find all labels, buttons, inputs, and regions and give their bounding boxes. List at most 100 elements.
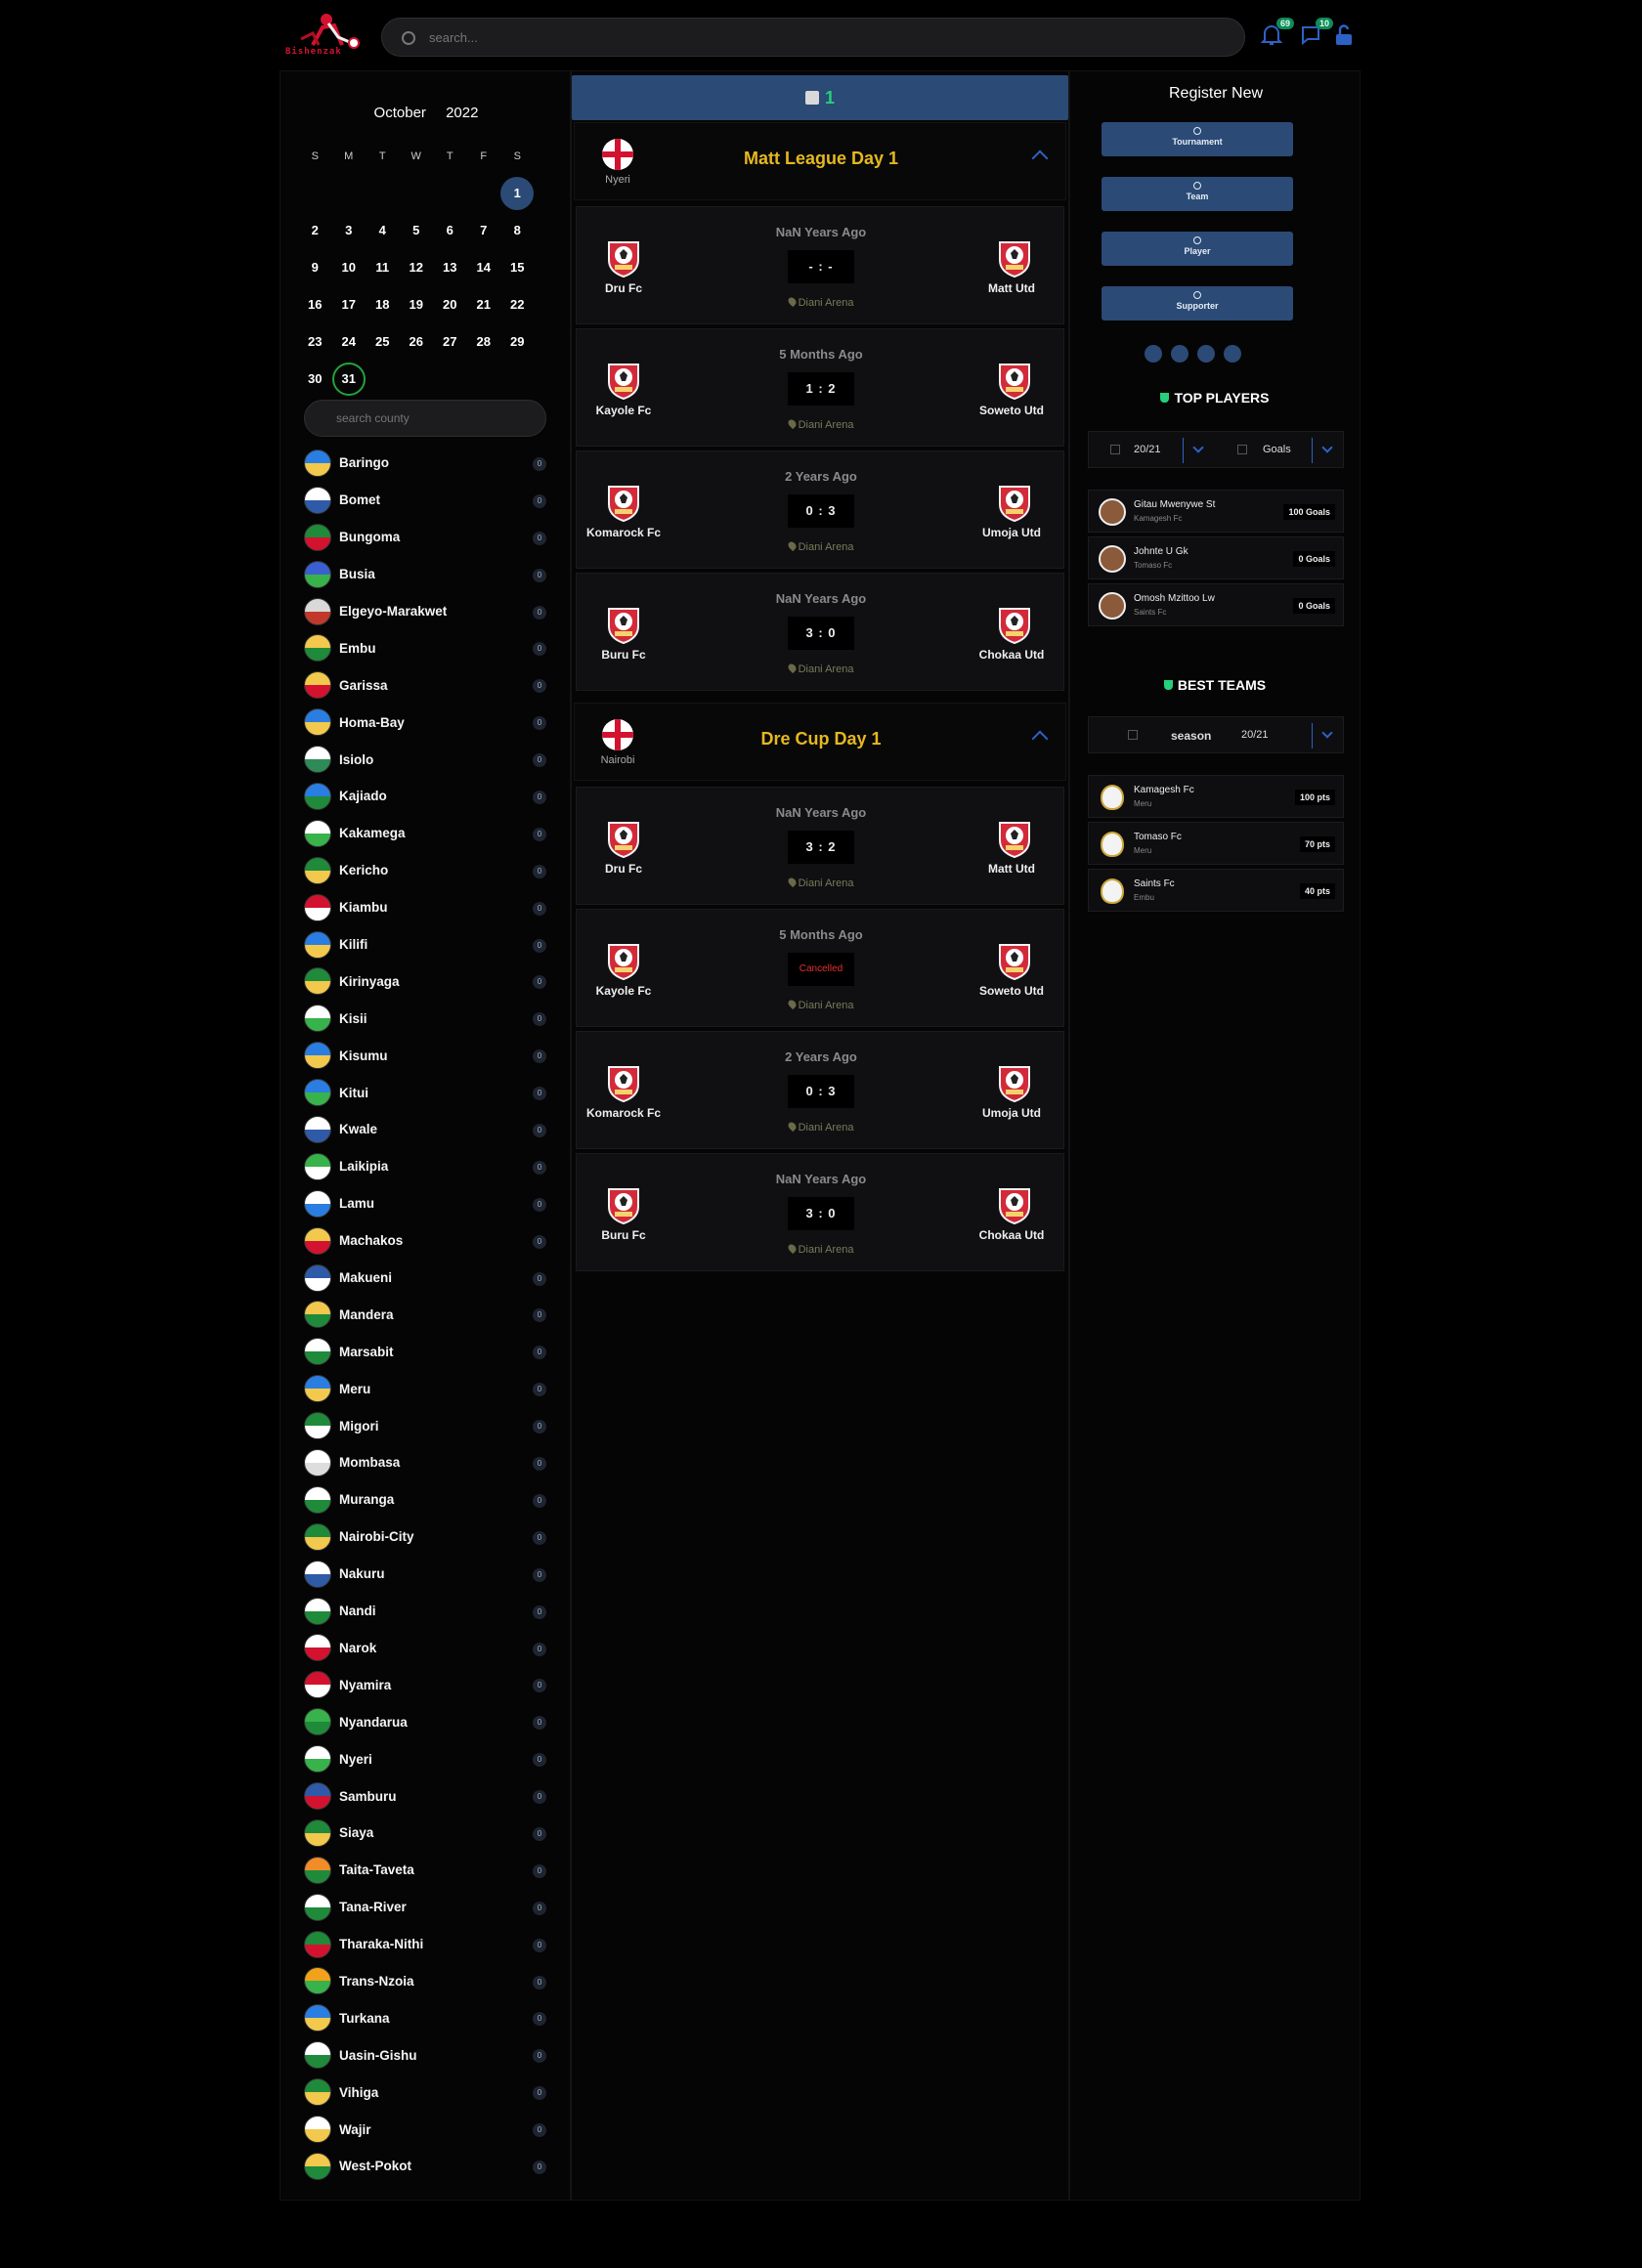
telegram-icon[interactable] — [1145, 345, 1162, 363]
messages-button[interactable]: 10 — [1300, 18, 1333, 49]
county-item[interactable]: Nyeri 0 — [304, 1740, 548, 1777]
county-item[interactable]: Isiolo 0 — [304, 741, 548, 778]
county-item[interactable]: Tharaka-Nithi 0 — [304, 1926, 548, 1963]
best-team-card[interactable]: Saints Fc Embu 40 pts — [1088, 869, 1344, 912]
county-item[interactable]: Kwale 0 — [304, 1111, 548, 1148]
calendar-day[interactable]: 17 — [332, 288, 367, 321]
county-search-input[interactable] — [305, 401, 545, 436]
calendar-day[interactable]: 28 — [467, 325, 501, 359]
register-team-button[interactable]: Team — [1102, 177, 1293, 211]
county-item[interactable]: Nairobi-City 0 — [304, 1519, 548, 1556]
calendar-day[interactable]: 27 — [433, 325, 467, 359]
county-item[interactable]: Kisii 0 — [304, 1000, 548, 1037]
county-item[interactable]: Nandi 0 — [304, 1593, 548, 1630]
match-card[interactable]: Komarock Fc Umoja Utd 2 Years Ago 0 : 3 Dian… — [576, 1031, 1064, 1149]
county-item[interactable]: Mombasa 0 — [304, 1444, 548, 1481]
match-card[interactable]: Kayole Fc Soweto Utd 5 Months Ago Cancelled… — [576, 909, 1064, 1027]
county-item[interactable]: Taita-Taveta 0 — [304, 1852, 548, 1889]
county-item[interactable]: Muranga 0 — [304, 1481, 548, 1519]
county-item[interactable]: Marsabit 0 — [304, 1333, 548, 1370]
calendar-day[interactable]: 5 — [400, 214, 434, 247]
county-item[interactable]: Kajiado 0 — [304, 778, 548, 815]
calendar-day[interactable]: 10 — [332, 251, 367, 284]
county-item[interactable]: Bungoma 0 — [304, 519, 548, 556]
calendar-day[interactable]: 19 — [400, 288, 434, 321]
county-item[interactable]: Bomet 0 — [304, 482, 548, 519]
season-select[interactable]: 20/21 — [1134, 444, 1161, 455]
calendar-day[interactable]: 13 — [433, 251, 467, 284]
county-item[interactable]: Vihiga 0 — [304, 2074, 548, 2111]
register-player-button[interactable]: Player — [1102, 232, 1293, 266]
calendar-day[interactable]: 3 — [332, 214, 367, 247]
stat-select[interactable]: Goals — [1263, 444, 1291, 455]
county-item[interactable]: Wajir 0 — [304, 2111, 548, 2148]
global-search[interactable] — [381, 18, 1245, 57]
calendar-day[interactable]: 1 — [500, 177, 535, 210]
county-item[interactable]: Kisumu 0 — [304, 1037, 548, 1074]
county-item[interactable]: Kakamega 0 — [304, 815, 548, 852]
county-item[interactable]: Nyandarua 0 — [304, 1703, 548, 1740]
match-card[interactable]: Dru Fc Matt Utd NaN Years Ago - : - Diani Ar… — [576, 206, 1064, 324]
match-card[interactable]: Komarock Fc Umoja Utd 2 Years Ago 0 : 3 Dian… — [576, 450, 1064, 569]
calendar-day[interactable]: 21 — [467, 288, 501, 321]
county-item[interactable]: Kilifi 0 — [304, 926, 548, 963]
best-team-card[interactable]: Kamagesh Fc Meru 100 pts — [1088, 775, 1344, 818]
calendar-day[interactable]: 15 — [500, 251, 535, 284]
calendar-day[interactable]: 20 — [433, 288, 467, 321]
county-item[interactable]: Embu 0 — [304, 629, 548, 666]
match-card[interactable]: Buru Fc Chokaa Utd NaN Years Ago 3 : 0 Diani… — [576, 1153, 1064, 1271]
county-item[interactable]: Nyamira 0 — [304, 1666, 548, 1703]
county-item[interactable]: Tana-River 0 — [304, 1889, 548, 1926]
calendar-day[interactable]: 11 — [366, 251, 400, 284]
calendar-day[interactable]: 4 — [366, 214, 400, 247]
search-input[interactable] — [429, 19, 1231, 56]
county-item[interactable]: Kirinyaga 0 — [304, 963, 548, 1000]
county-item[interactable]: Siaya 0 — [304, 1815, 548, 1852]
calendar-day[interactable]: 23 — [298, 325, 332, 359]
login-button[interactable] — [1333, 23, 1359, 49]
calendar-day[interactable]: 29 — [500, 325, 535, 359]
calendar-day[interactable]: 2 — [298, 214, 332, 247]
calendar-day[interactable]: 8 — [500, 214, 535, 247]
calendar-day[interactable]: 26 — [400, 325, 434, 359]
best-team-card[interactable]: Tomaso Fc Meru 70 pts — [1088, 822, 1344, 865]
county-item[interactable]: West-Pokot 0 — [304, 2148, 548, 2185]
county-item[interactable]: Lamu 0 — [304, 1185, 548, 1222]
county-item[interactable]: Machakos 0 — [304, 1222, 548, 1260]
county-item[interactable]: Baringo 0 — [304, 445, 548, 482]
calendar-day[interactable]: 25 — [366, 325, 400, 359]
twitter-icon[interactable] — [1171, 345, 1188, 363]
county-item[interactable]: Elgeyo-Marakwet 0 — [304, 593, 548, 630]
county-item[interactable]: Makueni 0 — [304, 1260, 548, 1297]
county-item[interactable]: Kericho 0 — [304, 852, 548, 889]
match-card[interactable]: Buru Fc Chokaa Utd NaN Years Ago 3 : 0 Diani… — [576, 573, 1064, 691]
top-player-card[interactable]: Gitau Mwenywe St Kamagesh Fc 100 Goals — [1088, 490, 1344, 533]
notifications-button[interactable]: 69 — [1260, 18, 1294, 49]
county-item[interactable]: Garissa 0 — [304, 666, 548, 704]
team-season-select[interactable]: 20/21 — [1241, 729, 1269, 741]
calendar-day[interactable]: 24 — [332, 325, 367, 359]
county-item[interactable]: Nakuru 0 — [304, 1556, 548, 1593]
county-item[interactable]: Trans-Nzoia 0 — [304, 1963, 548, 2000]
match-card[interactable]: Dru Fc Matt Utd NaN Years Ago 3 : 2 Diani Ar… — [576, 787, 1064, 905]
team-season-dropdown-chevron-icon[interactable] — [1321, 727, 1333, 739]
county-item[interactable]: Narok 0 — [304, 1630, 548, 1667]
county-item[interactable]: Turkana 0 — [304, 1999, 548, 2036]
calendar-day[interactable]: 30 — [298, 363, 332, 396]
calendar-day[interactable]: 14 — [467, 251, 501, 284]
county-item[interactable]: Migori 0 — [304, 1407, 548, 1444]
register-supporter-button[interactable]: Supporter — [1102, 286, 1293, 321]
season-dropdown-chevron-icon[interactable] — [1192, 442, 1204, 453]
county-item[interactable]: Kiambu 0 — [304, 889, 548, 926]
county-item[interactable]: Samburu 0 — [304, 1777, 548, 1815]
calendar-day[interactable]: 18 — [366, 288, 400, 321]
calendar-day[interactable]: 22 — [500, 288, 535, 321]
calendar-day[interactable]: 12 — [400, 251, 434, 284]
stat-dropdown-chevron-icon[interactable] — [1321, 442, 1333, 453]
top-player-card[interactable]: Omosh Mzittoo Lw Saints Fc 0 Goals — [1088, 583, 1344, 626]
calendar-day[interactable]: 7 — [467, 214, 501, 247]
county-item[interactable]: Kitui 0 — [304, 1074, 548, 1111]
match-card[interactable]: Kayole Fc Soweto Utd 5 Months Ago 1 : 2 Dian… — [576, 328, 1064, 447]
county-item[interactable]: Meru 0 — [304, 1370, 548, 1407]
county-item[interactable]: Laikipia 0 — [304, 1148, 548, 1185]
